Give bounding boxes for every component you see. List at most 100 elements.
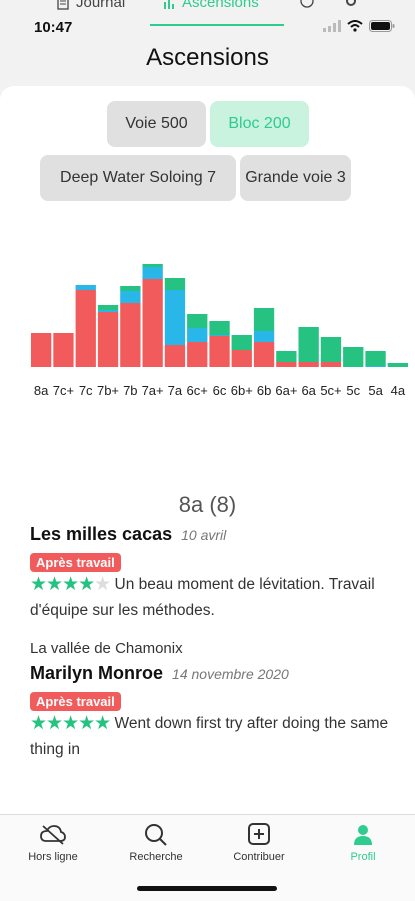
top-tab-bar: Journal Ascensions	[0, 0, 415, 14]
route-name[interactable]: Marilyn Monroe	[30, 663, 163, 683]
rating-stars: ★★★★★	[30, 574, 111, 595]
bar-segment-6c-red[interactable]	[209, 336, 230, 367]
ascents-list: Les milles cacas 10 avril Après travail …	[30, 522, 400, 763]
bar-segment-6b-blue[interactable]	[253, 331, 275, 342]
x-tick-label: 5a	[368, 383, 383, 398]
battery-icon	[369, 20, 395, 32]
tab-journal-label: Journal	[76, 0, 126, 11]
x-tick-label: 6b	[257, 383, 271, 398]
settings-button[interactable]	[344, 0, 358, 8]
x-tick-label: 6c+	[187, 383, 208, 398]
bar-segment-7a+-blue[interactable]	[142, 267, 163, 279]
bar-segment-6c+-blue[interactable]	[187, 328, 208, 342]
x-tick-label: 6c	[213, 383, 227, 398]
user-icon	[354, 825, 372, 845]
home-indicator	[137, 886, 277, 891]
grade-label: 8a	[178, 492, 204, 517]
tab-journal[interactable]: Journal	[56, 0, 125, 11]
bar-segment-7a-green[interactable]	[164, 278, 186, 290]
filter-chip-grande-voie[interactable]: Grande voie 3	[240, 155, 351, 201]
bar-segment-6b+-red[interactable]	[231, 350, 252, 367]
bar-segment-5c+-red[interactable]	[320, 362, 342, 367]
filter-chip-voie[interactable]: Voie 500	[107, 101, 206, 147]
bar-segment-5c-green[interactable]	[343, 347, 364, 367]
gear-icon	[346, 0, 356, 6]
bar-segment-6b-green[interactable]	[253, 308, 275, 331]
x-tick-label: 7c	[79, 383, 93, 398]
nav-profile-label: Profil	[350, 851, 376, 863]
bar-segment-7b+-blue[interactable]	[97, 310, 119, 312]
bar-segment-7a+-green[interactable]	[142, 264, 163, 267]
bar-segment-7a+-red[interactable]	[142, 279, 163, 367]
bar-segment-5a-green[interactable]	[365, 351, 386, 366]
x-tick-label: 4a	[391, 383, 406, 398]
ascent-item[interactable]: Marilyn Monroe 14 novembre 2020 Après tr…	[30, 663, 400, 763]
crag-name[interactable]: La vallée de Chamonix	[30, 640, 400, 657]
ascent-style-badge: Après travail	[30, 553, 121, 572]
bar-segment-7b-blue[interactable]	[120, 291, 141, 303]
grades-histogram[interactable]: 8a 7c+ 7c 7b+ 7b 7a+ 7a 6c+ 6c 6b+ 6b 6a+ 6a 5c+ 5c 5a 4…	[0, 200, 415, 405]
tab-ascensions-label: Ascensions	[182, 0, 259, 11]
bar-segment-6a-green[interactable]	[298, 327, 319, 362]
bar-segment-7b-green[interactable]	[120, 286, 141, 291]
search-icon	[145, 824, 167, 846]
bar-segment-7b-red[interactable]	[120, 303, 141, 367]
info-button[interactable]	[300, 0, 314, 8]
bar-segment-6a-red[interactable]	[298, 362, 319, 367]
x-tick-label: 6a	[301, 383, 316, 398]
page-title: Ascensions	[146, 44, 269, 71]
info-icon	[300, 0, 314, 8]
bar-segment-7b+-red[interactable]	[97, 312, 119, 367]
wifi-icon	[347, 20, 363, 32]
x-tick-label: 6b+	[231, 383, 253, 398]
x-tick-label: 7a+	[142, 383, 164, 398]
bar-segment-7c-blue[interactable]	[75, 285, 96, 290]
grade-count: (8)	[209, 492, 237, 517]
bar-segment-6c-blue[interactable]	[209, 335, 230, 336]
bar-segment-7c-red[interactable]	[75, 290, 96, 367]
cloud-off-icon	[40, 825, 66, 845]
nav-contribute[interactable]: Contribuer	[214, 823, 304, 863]
status-time: 10:47	[34, 19, 73, 36]
bar-segment-7b+-green[interactable]	[97, 305, 119, 310]
filter-chip-bloc[interactable]: Bloc 200	[210, 101, 309, 147]
nav-search[interactable]: Recherche	[111, 823, 201, 863]
bar-chart-icon	[164, 0, 174, 9]
bar-segment-6a+-red[interactable]	[276, 362, 297, 367]
ascent-date: 14 novembre 2020	[172, 666, 289, 683]
plus-square-icon	[248, 823, 270, 845]
bar-segment-6a+-green[interactable]	[276, 351, 297, 362]
x-tick-label: 7b+	[97, 383, 119, 398]
x-tick-label: 5c+	[320, 383, 341, 398]
bar-segment-6b+-green[interactable]	[231, 335, 252, 350]
bar-segment-6c+-green[interactable]	[187, 314, 208, 328]
journal-icon	[57, 0, 69, 10]
x-tick-label: 8a	[34, 383, 49, 398]
ascent-item[interactable]: Les milles cacas 10 avril Après travail …	[30, 524, 400, 624]
x-tick-label: 7c+	[53, 383, 74, 398]
bar-segment-7a-red[interactable]	[164, 345, 186, 367]
bar-segment-8a-red[interactable]	[31, 333, 52, 367]
x-tick-label: 7a	[168, 383, 183, 398]
filter-chip-deep-water-soloing[interactable]: Deep Water Soloing 7	[40, 155, 236, 201]
bar-segment-6c-green[interactable]	[209, 321, 230, 335]
status-bar: 10:47	[0, 14, 415, 38]
bar-segment-5c+-green[interactable]	[320, 337, 342, 362]
x-tick-label: 7b	[123, 383, 137, 398]
bar-segment-4a-green[interactable]	[387, 363, 408, 367]
status-icons	[323, 20, 395, 32]
nav-profile[interactable]: Profil	[318, 823, 408, 863]
bar-segment-7c+-red[interactable]	[53, 333, 74, 367]
ascent-route: Les milles cacas 10 avril	[30, 524, 400, 545]
bar-segment-7a-blue[interactable]	[164, 290, 186, 345]
bar-segment-5a-blue[interactable]	[365, 366, 386, 367]
nav-contribute-label: Contribuer	[233, 851, 285, 863]
nav-search-label: Recherche	[129, 851, 183, 863]
route-name[interactable]: Les milles cacas	[30, 524, 172, 544]
bar-segment-6b-red[interactable]	[253, 342, 275, 367]
nav-offline[interactable]: Hors ligne	[8, 823, 98, 863]
bar-segment-6c+-red[interactable]	[187, 342, 208, 367]
tab-ascensions[interactable]: Ascensions	[162, 0, 259, 11]
nav-offline-label: Hors ligne	[28, 851, 78, 863]
x-tick-label: 5c	[346, 383, 360, 398]
